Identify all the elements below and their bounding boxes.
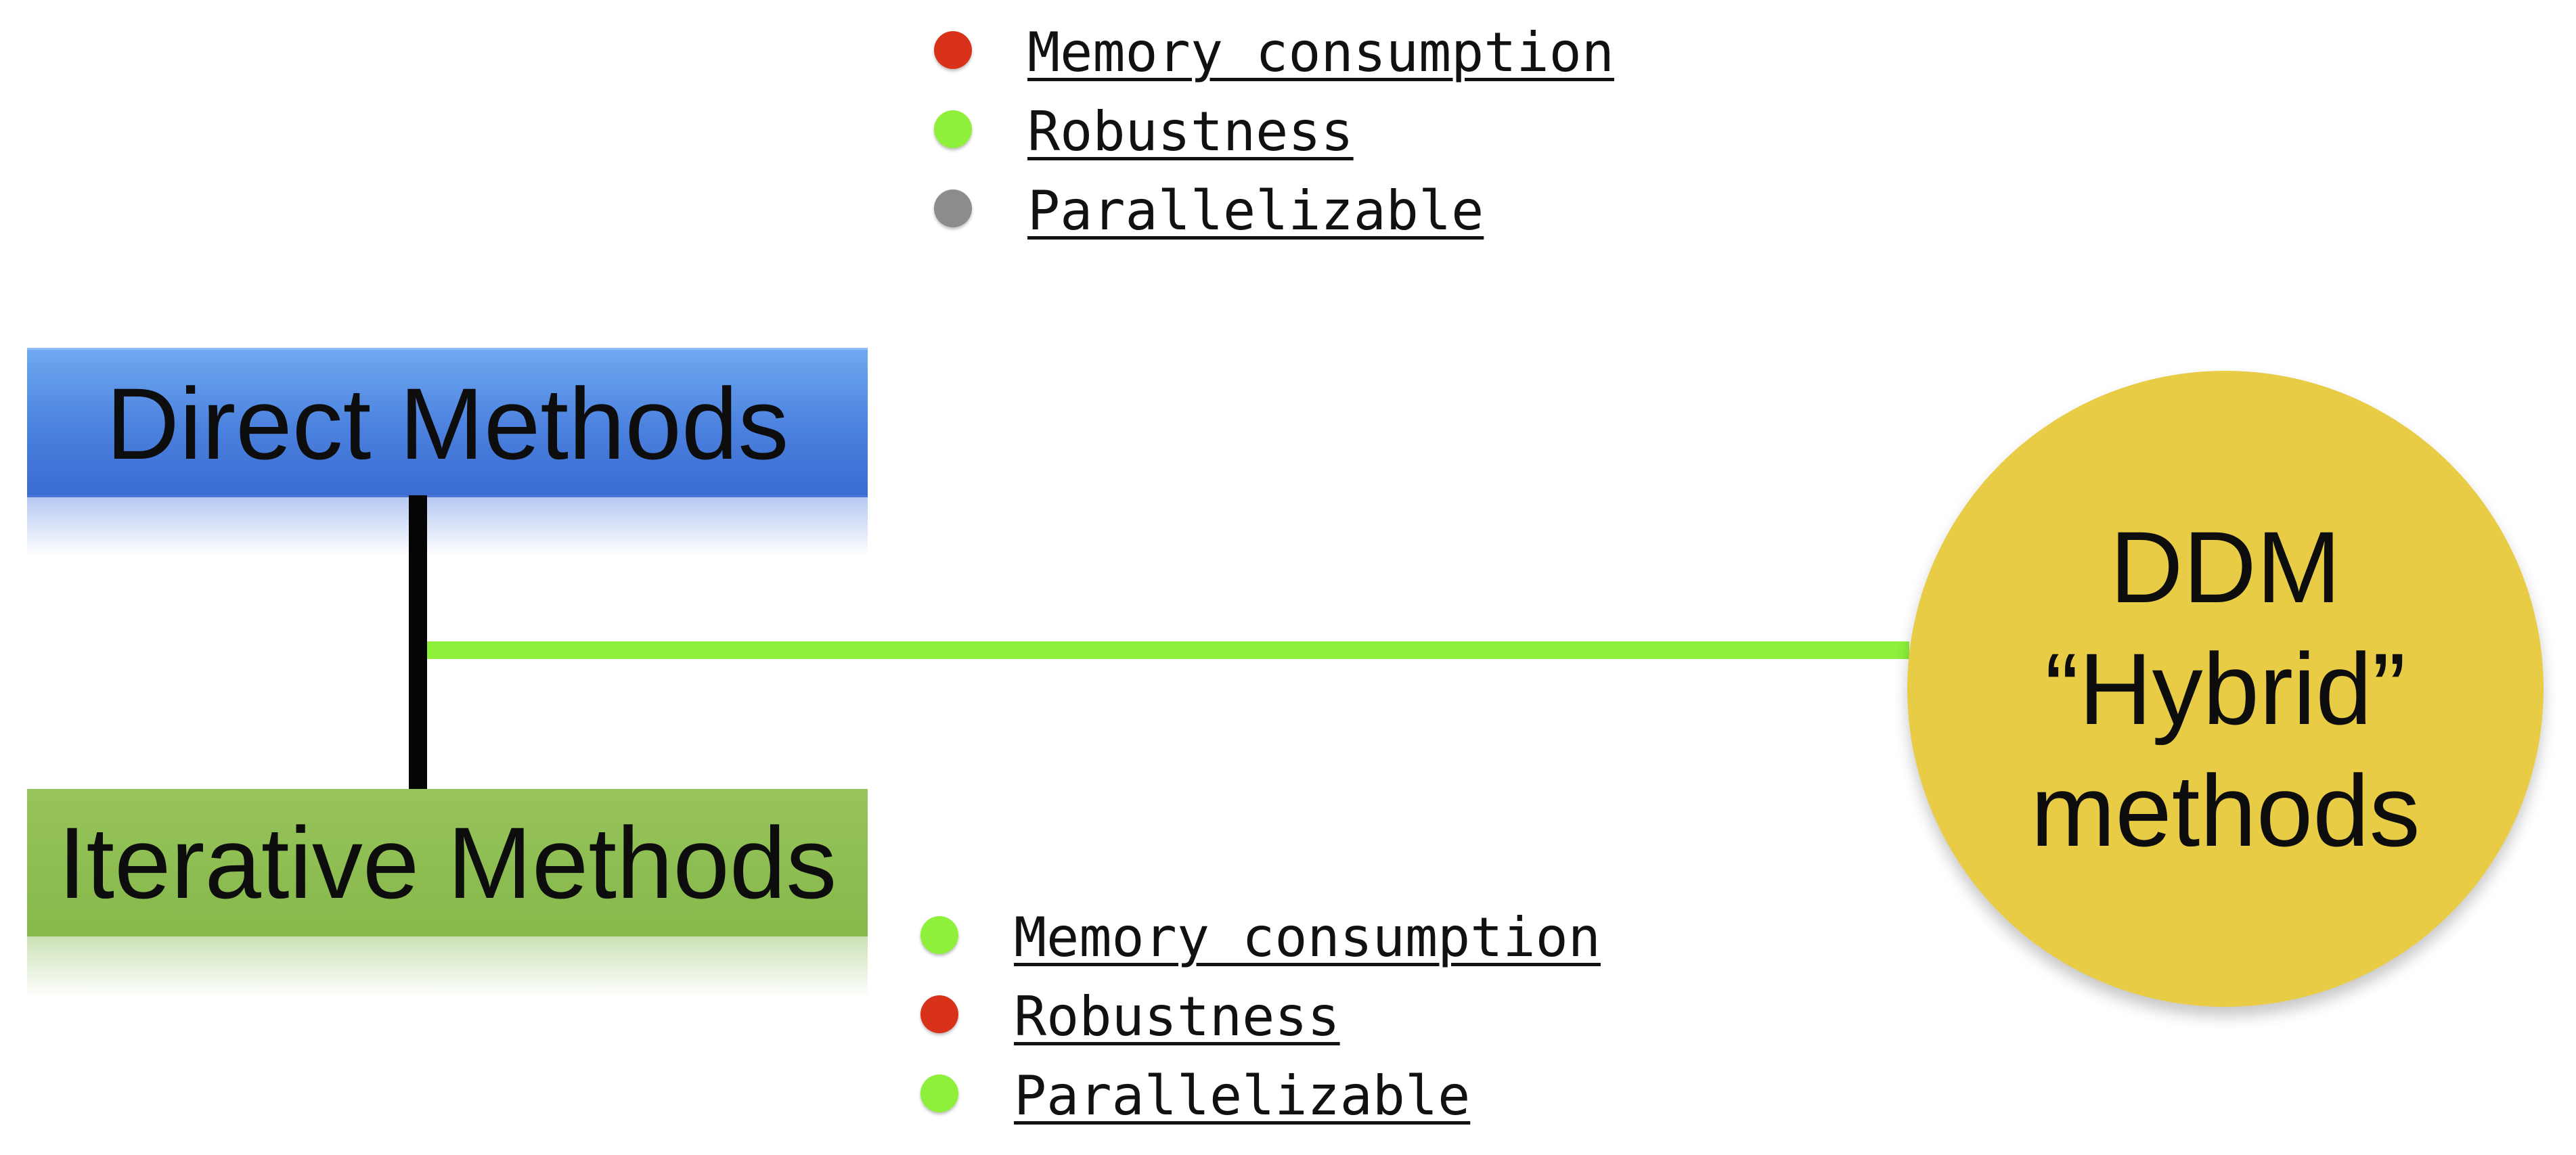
hybrid-title-line3: methods: [2030, 754, 2420, 867]
direct-methods-box: Direct Methods: [27, 348, 868, 497]
iterative-methods-box: Iterative Methods: [27, 789, 868, 936]
property-label: Robustness: [1014, 985, 1340, 1048]
direct-methods-reflection: [27, 495, 868, 556]
hybrid-title-line1: DDM: [2110, 510, 2341, 624]
green-dot-icon: [920, 916, 958, 954]
property-label: Parallelizable: [1014, 1064, 1471, 1127]
hybrid-title-line2: “Hybrid”: [2045, 632, 2406, 746]
ddm-hybrid-methods-circle: DDM “Hybrid” methods: [1907, 371, 2544, 1007]
property-label: Memory consumption: [1014, 906, 1601, 969]
green-dot-icon: [934, 110, 972, 148]
red-dot-icon: [934, 31, 972, 69]
property-label: Robustness: [1027, 100, 1354, 163]
iterative-methods-reflection: [27, 936, 868, 997]
green-dot-icon: [920, 1074, 958, 1112]
red-dot-icon: [920, 995, 958, 1033]
iterative-methods-label: Iterative Methods: [58, 805, 837, 920]
gray-dot-icon: [934, 189, 972, 227]
property-label: Memory consumption: [1027, 21, 1614, 84]
property-label: Parallelizable: [1027, 179, 1484, 242]
direct-methods-label: Direct Methods: [106, 366, 789, 480]
vertical-connector: [409, 495, 427, 789]
horizontal-connector: [427, 641, 1909, 659]
